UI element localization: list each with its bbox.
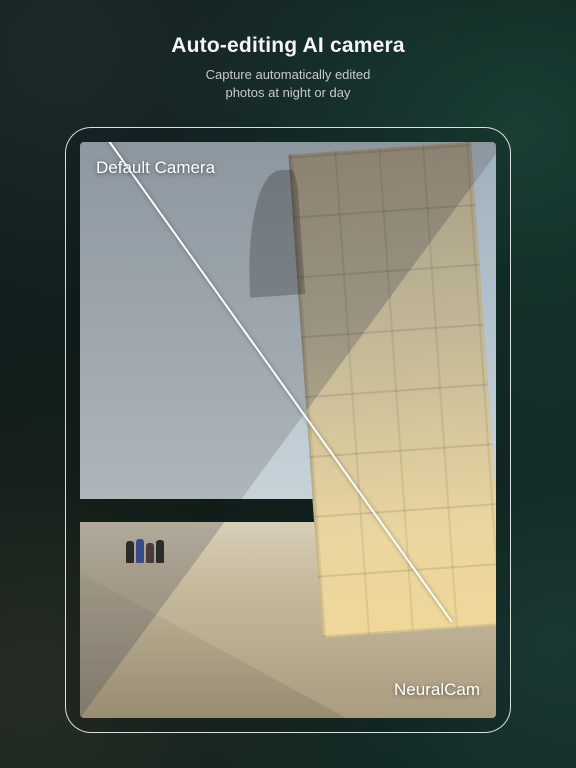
- label-neuralcam: NeuralCam: [394, 680, 480, 700]
- subheadline-line-2: photos at night or day: [225, 85, 350, 100]
- subheadline: Capture automatically edited photos at n…: [206, 66, 371, 101]
- headline: Auto-editing AI camera: [171, 34, 404, 58]
- people-in-photo: [126, 523, 166, 563]
- photo-comparison: Default Camera NeuralCam: [80, 142, 496, 718]
- label-default-camera: Default Camera: [96, 158, 215, 178]
- device-frame: Default Camera NeuralCam: [65, 127, 511, 733]
- subheadline-line-1: Capture automatically edited: [206, 67, 371, 82]
- promo-content: Auto-editing AI camera Capture automatic…: [0, 0, 576, 768]
